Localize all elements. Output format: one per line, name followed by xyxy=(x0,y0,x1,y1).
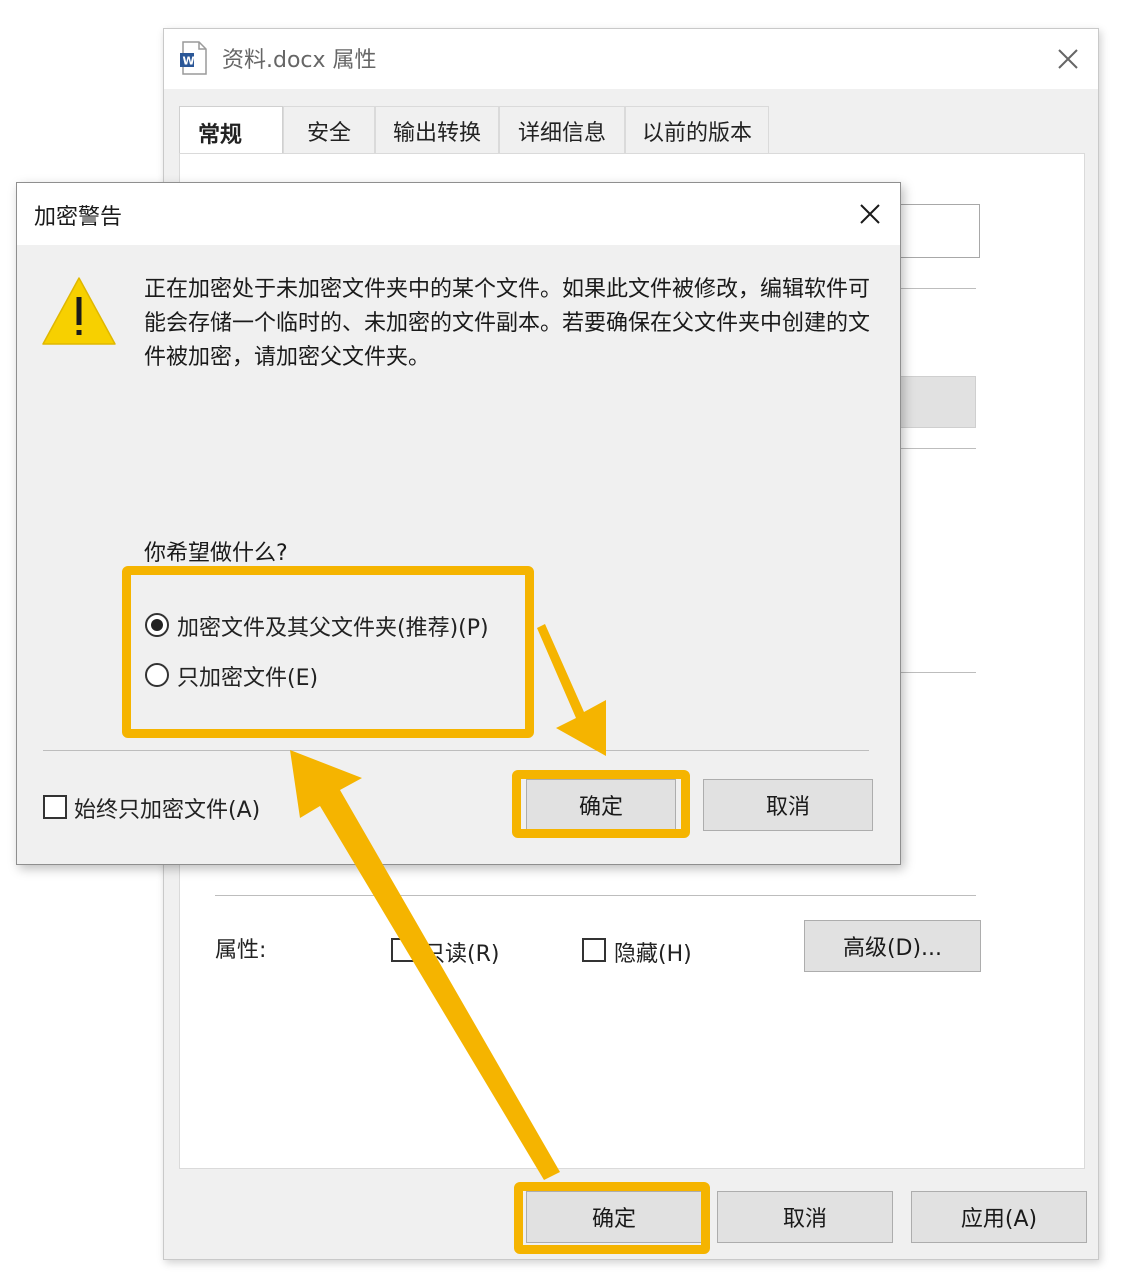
arrow-icon xyxy=(537,624,606,756)
annotation-arrows xyxy=(290,624,606,1180)
arrow-icon xyxy=(290,750,560,1180)
